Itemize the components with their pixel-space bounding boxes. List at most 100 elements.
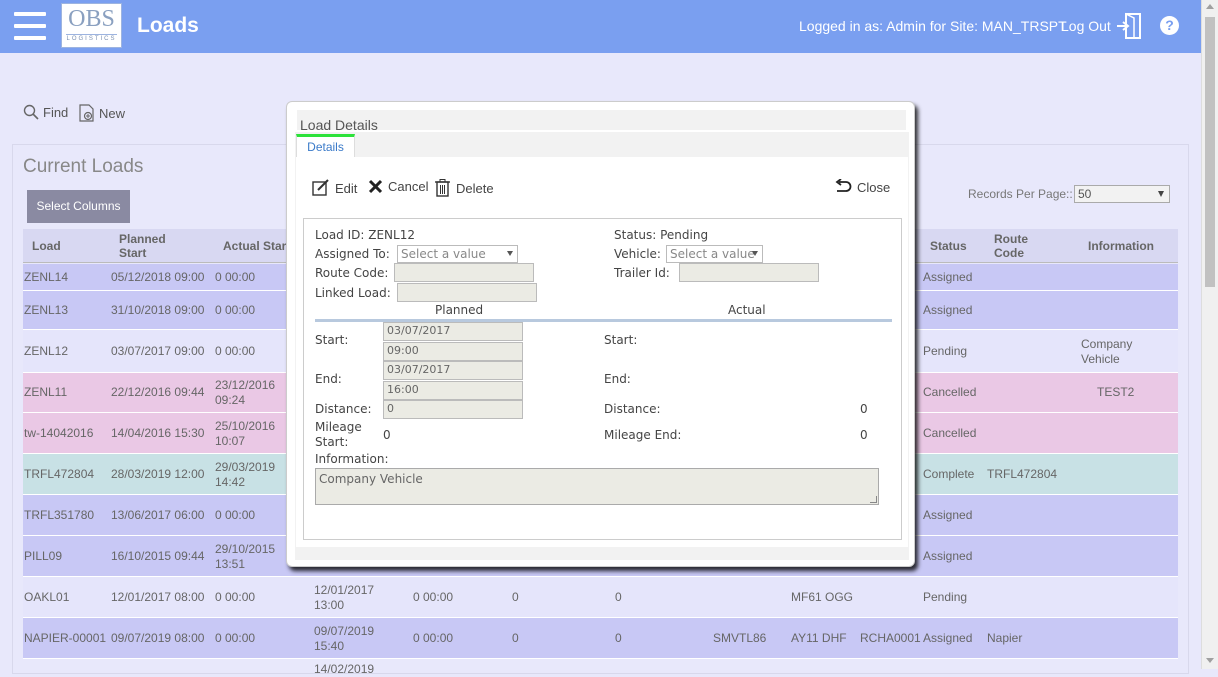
linked-load-field[interactable] — [397, 283, 537, 302]
linked-load-label: Linked Load: — [315, 286, 391, 300]
cell-planned-end-line2: 13:00 — [314, 597, 345, 612]
cell-status: Cancelled — [923, 425, 977, 440]
cell-planned-start: 05/12/2018 09:00 — [111, 269, 205, 284]
resize-handle-icon[interactable] — [870, 496, 877, 503]
scroll-up-icon[interactable] — [1206, 4, 1214, 9]
cell-information: Company Vehicle — [1081, 337, 1132, 367]
cell-actual-start: 29/10/2015 13:51 — [215, 542, 275, 572]
cell-trailer: SMVTL86 — [713, 630, 767, 645]
col-route-code[interactable]: Route Code — [994, 232, 1028, 260]
cell-planned-start: 13/06/2017 06:00 — [111, 507, 205, 522]
table-row[interactable]: NAPIER-00001 09/07/2019 08:00 0 00:00 09/07… — [23, 618, 1178, 659]
cell-actual-start: 0 00:00 — [215, 343, 256, 358]
cell-status: Pending — [923, 589, 968, 604]
close-button[interactable]: Close — [834, 179, 890, 195]
vehicle-label: Vehicle: — [614, 247, 661, 261]
cell-distance: 0 — [512, 630, 519, 645]
close-label: Close — [857, 179, 891, 195]
planned-end-label: End: — [315, 372, 342, 386]
menu-icon[interactable] — [14, 12, 46, 40]
select-columns-button[interactable]: Select Columns — [27, 190, 130, 223]
dialog-title-bar[interactable] — [297, 110, 906, 130]
cell-information-line1: Company — [1081, 336, 1133, 351]
assigned-to-select[interactable]: Select a value — [397, 245, 518, 263]
information-value: Company Vehicle — [319, 472, 423, 486]
cell-load: ZENL12 — [24, 343, 69, 358]
mileage-end-label: Mileage End: — [604, 428, 682, 442]
cell-vehicle: AY11 DHF — [791, 630, 847, 645]
cell-planned-start: 09/07/2019 08:00 — [111, 630, 205, 645]
page-title: Loads — [137, 14, 199, 37]
new-button[interactable]: New — [79, 104, 125, 122]
mileage-end-value: 0 — [860, 428, 868, 442]
table-row[interactable]: OAKL01 12/01/2017 08:00 0 00:00 12/01/2017 1… — [23, 577, 1178, 618]
cell-actual-start: 0 00:00 — [215, 507, 256, 522]
cell-actual-start-line2: 10:07 — [215, 433, 246, 448]
find-button[interactable]: Find — [23, 104, 68, 120]
planned-header: Planned — [435, 303, 484, 317]
panel-title: Current Loads — [23, 156, 144, 177]
cell-actual-start: 0 00:00 — [215, 630, 256, 645]
cancel-button[interactable]: Cancel — [368, 179, 428, 194]
planned-start-time-field[interactable]: 09:00 — [383, 342, 523, 361]
cell-planned-start: 03/07/2017 09:00 — [111, 343, 205, 358]
status-text: Status: Pending — [614, 228, 709, 242]
planned-start-label: Start: — [315, 333, 349, 347]
col-actual-start[interactable]: Actual Star — [223, 239, 286, 253]
cell-distance: 0 — [512, 589, 519, 604]
search-icon — [23, 104, 39, 120]
page-scrollbar[interactable] — [1201, 0, 1218, 669]
col-information[interactable]: Information — [1088, 239, 1154, 253]
load-id-text: Load ID: ZENL12 — [315, 228, 415, 242]
cell-status: Assigned — [923, 630, 973, 645]
planned-end-date-field[interactable]: 03/07/2017 — [383, 361, 523, 380]
cell-actual-start: 0 00:00 — [215, 302, 256, 317]
edit-button[interactable]: Edit — [312, 179, 357, 197]
delete-button[interactable]: Delete — [434, 179, 494, 197]
help-icon[interactable]: ? — [1160, 16, 1179, 35]
route-code-label: Route Code: — [315, 266, 389, 280]
records-per-page-label: Records Per Page:: — [968, 187, 1073, 201]
cell-load: OAKL01 — [24, 589, 70, 604]
planned-end-time-field[interactable]: 16:00 — [383, 381, 523, 400]
cell-actual-start: 0 00:00 — [215, 589, 256, 604]
cell-status: Complete — [923, 466, 975, 481]
cell-driver: RCHA0001 — [860, 630, 921, 645]
col-load[interactable]: Load — [32, 239, 61, 253]
route-code-field[interactable] — [394, 263, 534, 282]
cell-information-line2: Vehicle — [1081, 351, 1120, 366]
records-per-page-value: 50 — [1078, 187, 1092, 201]
cell-load: tw-14042016 — [24, 425, 94, 440]
cell-planned-start: 22/12/2016 09:44 — [111, 385, 205, 399]
distance-field[interactable]: 0 — [383, 400, 523, 419]
new-document-icon — [79, 104, 94, 122]
cell-load: ZENL11 — [24, 385, 68, 399]
load-details-dialog: Load Details Details Edit Cancel Delete — [286, 101, 915, 567]
cell-route-code: TRFL472804 — [987, 466, 1058, 481]
col-planned-start[interactable]: Planned Start — [119, 232, 166, 260]
col-status[interactable]: Status — [930, 239, 967, 253]
cell-planned-end: 09/07/2019 15:40 — [314, 624, 374, 654]
cell-actual-start-line1: 23/12/2016 — [215, 378, 276, 392]
scroll-down-icon[interactable] — [1206, 658, 1214, 663]
tab-details[interactable]: Details — [296, 134, 355, 158]
planned-start-date-field[interactable]: 03/07/2017 — [383, 322, 523, 341]
cell-load: ZENL13 — [24, 302, 69, 317]
new-label: New — [99, 105, 126, 121]
trailer-id-field[interactable] — [679, 263, 819, 282]
vehicle-select[interactable]: Select a value — [666, 245, 763, 263]
cell-route-code: Napier — [987, 630, 1023, 645]
mileage-start-value: 0 — [383, 428, 391, 442]
cell-planned-end: 12/01/2017 13:00 — [314, 583, 374, 613]
logout-icon[interactable] — [1116, 12, 1144, 40]
actual-end-label: End: — [604, 372, 631, 386]
cell-actual-start-line2: 13:51 — [215, 556, 246, 571]
records-per-page-select[interactable]: 50 — [1074, 185, 1170, 203]
mileage-start-label-line2: Start: — [315, 435, 349, 449]
cell-load: TRFL351780 — [24, 507, 95, 522]
cell-actual-end: 0 00:00 — [413, 630, 454, 645]
logout-link[interactable]: Log Out — [1061, 18, 1111, 34]
scroll-thumb[interactable] — [1205, 17, 1215, 287]
dialog-title: Load Details — [300, 117, 378, 133]
information-textarea[interactable]: Company Vehicle — [315, 468, 879, 505]
